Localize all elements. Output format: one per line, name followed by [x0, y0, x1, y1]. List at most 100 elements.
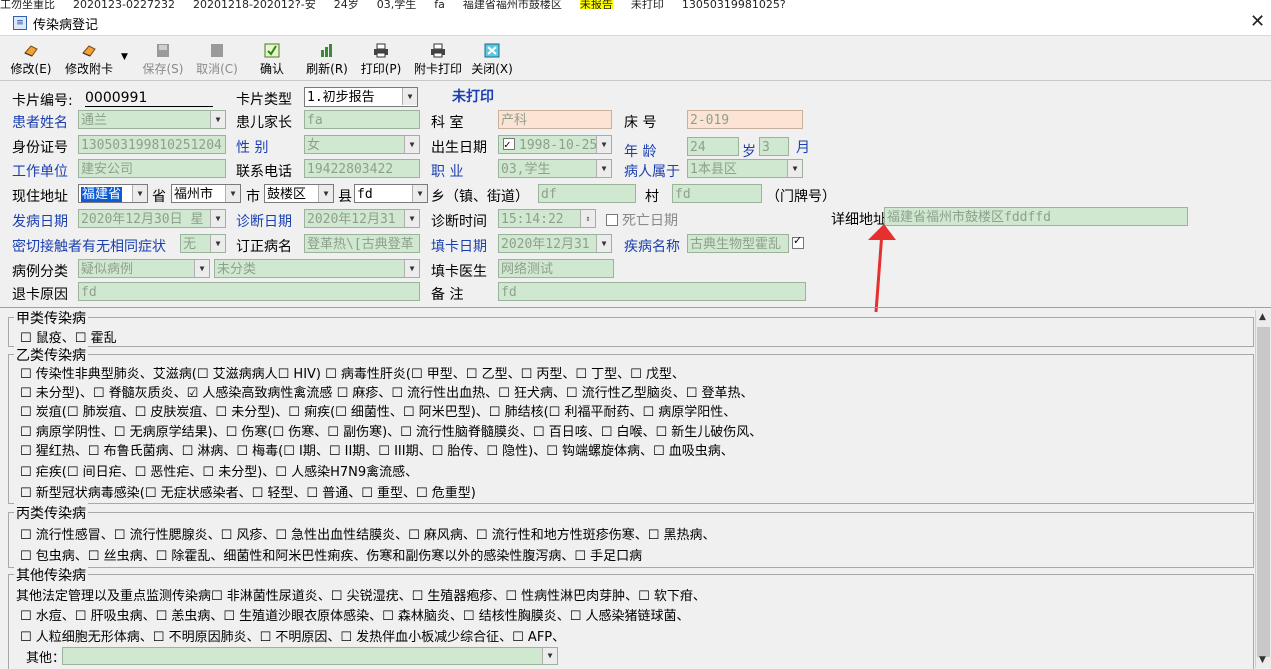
disease-field[interactable]: 古典生物型霍乱 [687, 234, 789, 253]
chevron-down-icon: ▼ [404, 260, 419, 277]
death-date-label: 死亡日期 [604, 210, 678, 230]
class-b-line[interactable]: ☐ 疟疾(☐ 间日疟、☐ 恶性疟、☐ 未分型)、☐ 人感染H7N9禽流感、 [20, 461, 418, 480]
class-b-line[interactable]: ☐ 传染性非典型肺炎、艾滋病(☐ 艾滋病病人☐ HIV) ☐ 病毒性肝炎(☐ 甲… [20, 363, 685, 382]
other-input[interactable]: ▼ [62, 647, 558, 665]
chevron-down-icon: ▼ [194, 260, 209, 277]
patient-name-label: 患者姓名 [12, 115, 68, 131]
work-field[interactable]: 建安公司 [78, 159, 226, 178]
birth-date-checkbox[interactable] [503, 136, 515, 153]
chevron-down-icon: ▼ [412, 185, 427, 202]
other-line[interactable]: 其他法定管理以及重点监测传染病☐ 非淋菌性尿道炎、☐ 尖锐湿疣、☐ 生殖器疱疹、… [16, 585, 706, 604]
job-label: 职 业 [431, 164, 464, 180]
chevron-down-icon: ▼ [787, 160, 802, 177]
class-b-line[interactable]: ☐ 病原学阴性、☐ 无病原学结果)、☐ 伤寒(☐ 伤寒、☐ 副伤寒)、☐ 流行性… [20, 421, 762, 440]
other-input-label: 其他： [26, 651, 66, 666]
house-no-unit: （门牌号） [766, 189, 836, 205]
chevron-down-icon: ▼ [318, 185, 333, 202]
county-select[interactable]: fd ▼ [354, 184, 428, 203]
group-class-b-title: 乙类传染病 [14, 345, 88, 365]
onset-date-field[interactable]: 2020年12月30日 星 ▼ [78, 209, 226, 228]
onset-date-label: 发病日期 [12, 214, 68, 230]
class-b-line[interactable]: ☐ 猩红热、☐ 布鲁氏菌病、☐ 淋病、☐ 梅毒(☐ I期、☐ II期、☐ III… [20, 440, 734, 459]
checkmark-icon [264, 43, 280, 58]
close-icon [484, 43, 500, 58]
contact-field[interactable]: 无 ▼ [180, 234, 226, 253]
province-select[interactable]: 福建省 ▼ [78, 184, 148, 203]
corrected-field[interactable]: 登革热\[古典登革 [304, 234, 420, 253]
toolbar-divider [0, 80, 1271, 81]
patient-name-field[interactable]: 通兰 ▼ [78, 110, 226, 129]
close-button[interactable]: 关闭(X) [470, 43, 514, 76]
detail-address-field[interactable]: 福建省福州市鼓楼区fddffd [884, 207, 1188, 226]
return-reason-field[interactable]: fd [78, 282, 420, 301]
diag-date-label: 诊断日期 [236, 214, 292, 230]
print-card-label: 附卡打印 [413, 62, 462, 76]
class-b-line[interactable]: ☐ 新型冠状病毒感染(☐ 无症状感染者、☐ 轻型、☐ 普通、☐ 重型、☐ 危重型… [20, 482, 476, 501]
phone-label: 联系电话 [236, 164, 292, 180]
fill-date-label: 填卡日期 [431, 239, 487, 255]
refresh-button[interactable]: 刷新(R) [304, 43, 350, 76]
spin-icon[interactable]: ⇕ [580, 210, 595, 227]
class-b-line[interactable]: ☐ 炭疽(☐ 肺炭疽、☐ 皮肤炭疽、☐ 未分型)、☐ 痢疾(☐ 细菌性、☐ 阿米… [20, 401, 736, 420]
scrollbar-thumb[interactable] [1257, 327, 1270, 657]
modify-label: 修改(E) [10, 62, 52, 76]
class-c-line[interactable]: ☐ 包虫病、☐ 丝虫病、☐ 除霍乱、细菌性和阿米巴性痢疾、伤寒和副伤寒以外的感染… [20, 545, 642, 564]
chevron-down-icon: ▼ [210, 210, 225, 227]
other-line[interactable]: ☐ 人粒细胞无形体病、☐ 不明原因肺炎、☐ 不明原因、☐ 发热伴血小板减少综合征… [20, 626, 565, 645]
belong-field[interactable]: 1本县区 ▼ [687, 159, 803, 178]
fill-date-field[interactable]: 2020年12月31 ▼ [498, 234, 612, 253]
modify-card-button[interactable]: 修改附卡 [62, 43, 116, 76]
guardian-label: 患儿家长 [236, 115, 292, 131]
print-status: 未打印 [452, 89, 494, 105]
chevron-down-icon: ▼ [210, 111, 225, 128]
other-line[interactable]: ☐ 水痘、☐ 肝吸虫病、☐ 恙虫病、☐ 生殖道沙眼衣原体感染、☐ 森林脑炎、☐ … [20, 605, 690, 624]
id-field[interactable]: 130503199810251204 [78, 135, 226, 154]
subcategory-select[interactable]: 未分类 ▼ [214, 259, 420, 278]
guardian-field[interactable]: fa [304, 110, 420, 129]
age-months-field[interactable]: 3 [759, 137, 789, 156]
remark-field[interactable]: fd [498, 282, 806, 301]
close-window-button[interactable]: ✕ [1250, 11, 1265, 32]
class-b-line[interactable]: ☐ 未分型)、☐ 脊髓灰质炎、☑ 人感染高致病性禽流感 ☐ 麻疹、☐ 流行性出血… [20, 382, 754, 401]
cancel-button[interactable]: 取消(C) [194, 43, 240, 76]
category-select[interactable]: 疑似病例 ▼ [78, 259, 210, 278]
village-field[interactable]: fd [672, 184, 762, 203]
job-field[interactable]: 03,学生 ▼ [498, 159, 612, 178]
age-month-unit: 月 [796, 140, 810, 156]
printer-icon [374, 43, 388, 58]
doctor-field[interactable]: 网络测试 [498, 259, 614, 278]
death-date-checkbox[interactable] [606, 214, 618, 226]
disease-checkbox[interactable] [790, 234, 808, 252]
birth-date-field[interactable]: 1998-10-25▼ [498, 135, 612, 154]
class-c-line[interactable]: ☐ 流行性感冒、☐ 流行性腮腺炎、☐ 风疹、☐ 急性出血性结膜炎、☐ 麻风病、☐… [20, 524, 716, 543]
save-button[interactable]: 保存(S) [140, 43, 186, 76]
age-years-field[interactable]: 24 [687, 137, 739, 156]
scroll-down-icon[interactable]: ▼ [1259, 655, 1266, 665]
scroll-up-icon[interactable]: ▲ [1259, 312, 1266, 322]
card-type-label: 卡片类型 [236, 92, 292, 108]
category-label: 病例分类 [12, 264, 68, 280]
phone-field[interactable]: 19422803422 [304, 159, 420, 178]
gender-field[interactable]: 女 ▼ [304, 135, 420, 154]
district-select[interactable]: 鼓楼区 ▼ [264, 184, 334, 203]
gender-label: 性 别 [236, 140, 269, 156]
modify-card-dropdown-icon[interactable]: ▼ [121, 52, 128, 62]
disease-label: 疾病名称 [624, 239, 680, 255]
card-type-select[interactable]: 1.初步报告 ▼ [304, 87, 418, 107]
diag-date-field[interactable]: 2020年12月31 ▼ [304, 209, 420, 228]
diag-time-field[interactable]: 15:14:22 ⇕ [498, 209, 596, 228]
bed-field[interactable]: 2-019 [687, 110, 803, 129]
confirm-button[interactable]: 确认 [252, 43, 292, 76]
dept-field[interactable]: 产科 [498, 110, 612, 129]
print-button[interactable]: 打印(P) [358, 43, 404, 76]
vertical-scrollbar[interactable]: ▲ ▼ [1255, 310, 1271, 668]
modify-button[interactable]: 修改(E) [8, 43, 54, 76]
city-select[interactable]: 福州市 ▼ [171, 184, 241, 203]
print-card-button[interactable]: 附卡打印 [412, 43, 464, 76]
chevron-down-icon: ▼ [132, 185, 147, 202]
section-divider [0, 307, 1271, 308]
class-a-line[interactable]: ☐ 鼠疫、☐ 霍乱 [20, 327, 117, 346]
chevron-down-icon: ▼ [596, 160, 611, 177]
township-field[interactable]: df [538, 184, 636, 203]
chevron-down-icon: ▼ [596, 136, 611, 153]
